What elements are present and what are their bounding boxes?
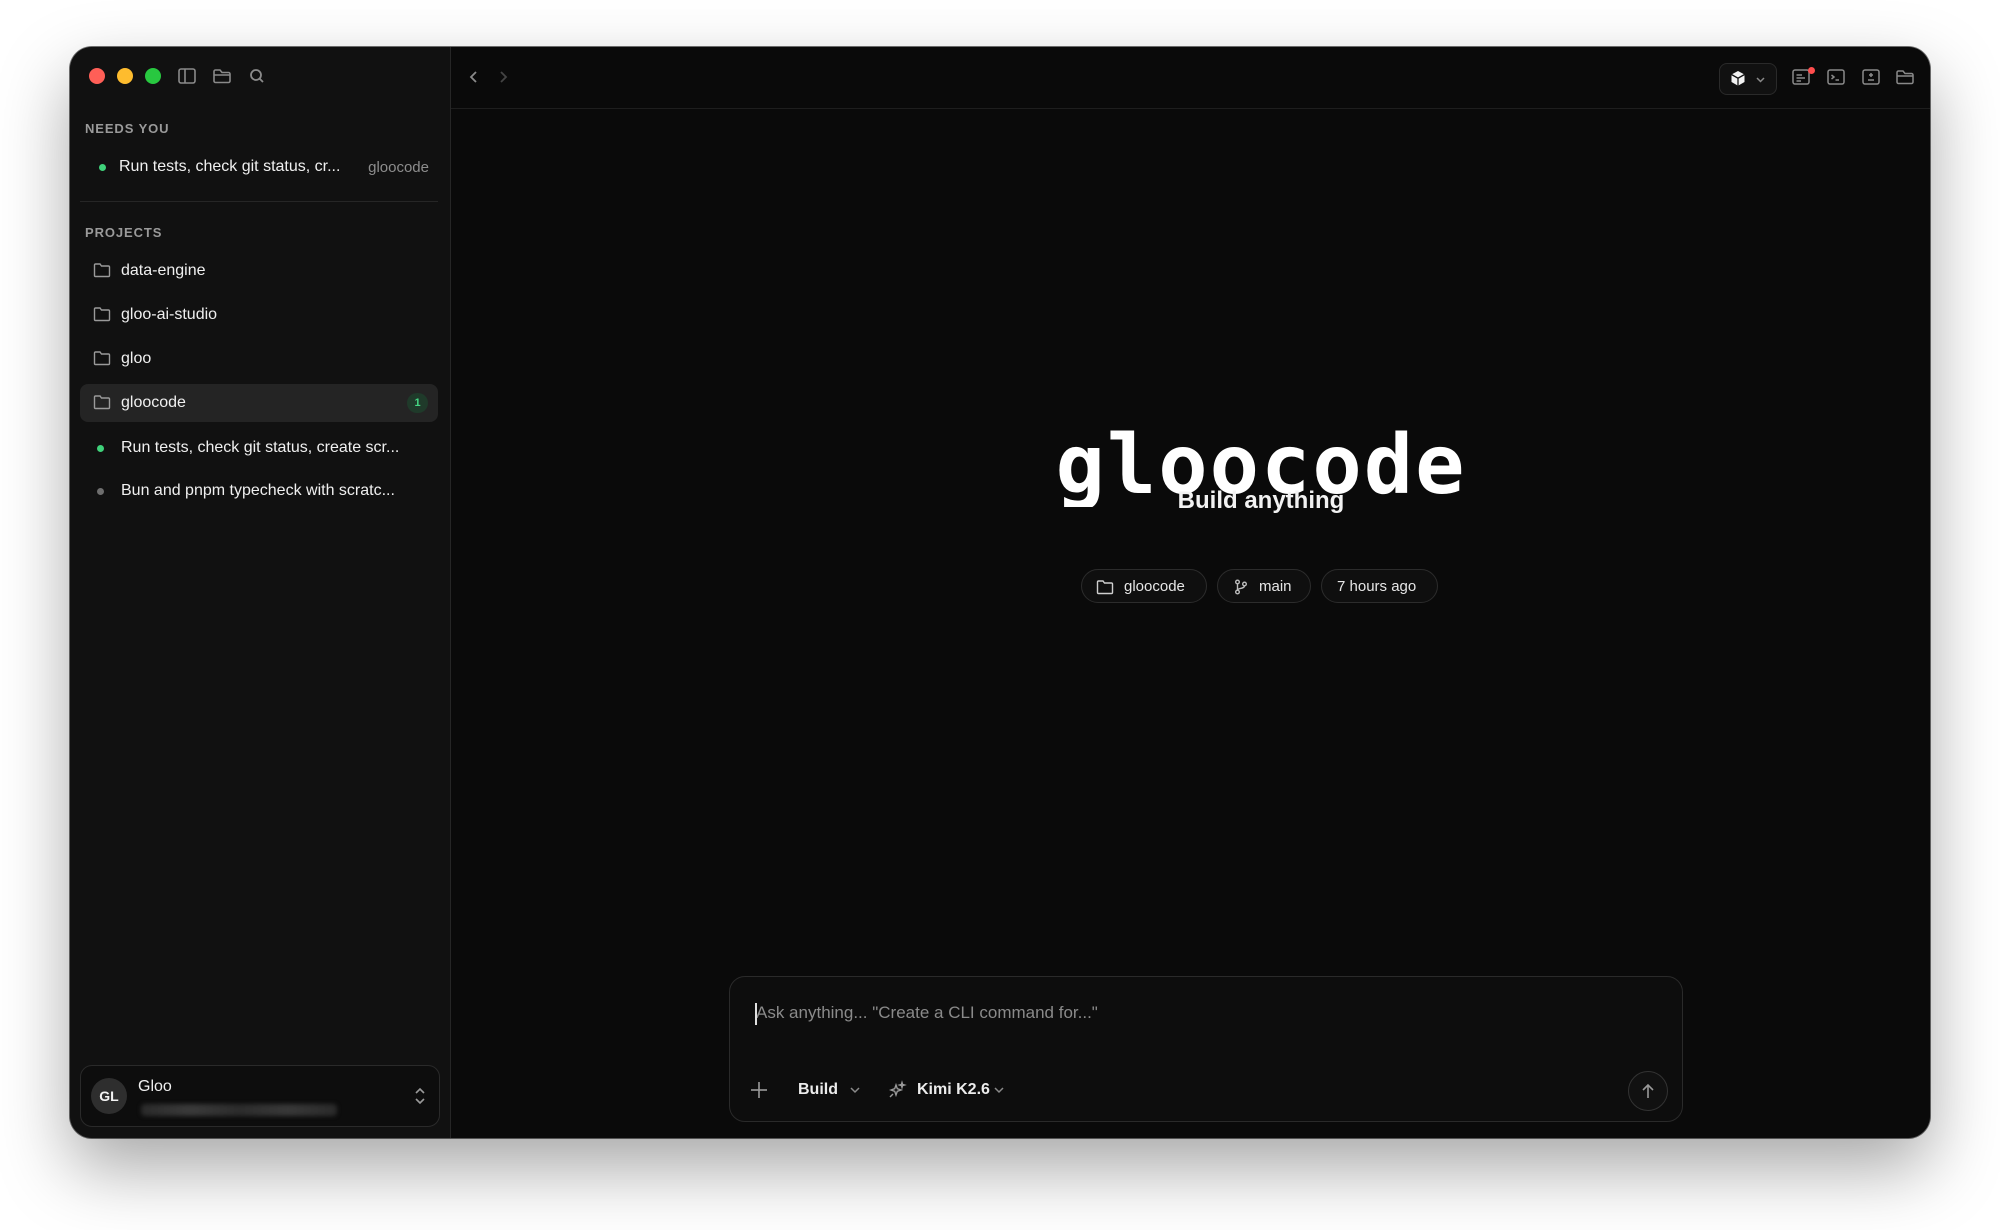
open-folder-icon[interactable] [211, 65, 233, 87]
app-selector-dropdown[interactable] [1719, 63, 1777, 95]
app-window: NEEDS YOU Run tests, check git status, c… [70, 47, 1930, 1138]
project-item-data-engine[interactable]: data-engine [80, 252, 438, 290]
session-item[interactable]: Run tests, check git status, create scr.… [80, 429, 438, 467]
folder-icon [93, 351, 111, 366]
project-item-gloo-ai-studio[interactable]: gloo-ai-studio [80, 296, 438, 334]
time-chip-label: 7 hours ago [1337, 578, 1417, 595]
sidebar-toggle-icon[interactable] [176, 65, 198, 87]
main-panel: gloocode Build anything gloocode main 7 … [451, 47, 1930, 1138]
project-name: data-engine [121, 262, 206, 279]
hero-title: Build anything [1177, 487, 1345, 514]
needs-you-item-title: Run tests, check git status, cr... [119, 158, 341, 175]
prompt-input[interactable] [756, 999, 1636, 1027]
session-item[interactable]: Bun and pnpm typecheck with scratc... [80, 472, 438, 510]
account-switcher[interactable]: GL Gloo [80, 1065, 440, 1127]
titlebar [70, 47, 450, 107]
mode-selector[interactable]: Build [798, 1081, 838, 1099]
arrow-up-icon [1642, 1083, 1654, 1098]
project-item-gloo[interactable]: gloo [80, 340, 438, 378]
sidebar-divider [80, 201, 438, 202]
user-name: Gloo [138, 1078, 172, 1095]
needs-you-item-project: gloocode [368, 159, 429, 176]
status-dot-idle [97, 488, 104, 495]
projects-label: PROJECTS [85, 225, 163, 240]
session-title: Run tests, check git status, create scr.… [121, 439, 400, 456]
redacted-email [141, 1104, 337, 1116]
folder-icon [1096, 580, 1114, 595]
folder-icon [93, 307, 111, 322]
maximize-window-button[interactable] [145, 68, 161, 84]
back-icon[interactable] [464, 67, 484, 87]
chevron-down-icon[interactable] [849, 1084, 861, 1096]
split-view-icon[interactable] [1860, 66, 1882, 88]
forward-icon[interactable] [493, 67, 513, 87]
chevron-down-icon [1756, 77, 1765, 83]
project-item-gloocode[interactable]: gloocode 1 [80, 384, 438, 422]
count-badge: 1 [407, 393, 428, 413]
terminal-icon[interactable] [1825, 66, 1847, 88]
close-window-button[interactable] [89, 68, 105, 84]
text-caret [755, 1003, 757, 1025]
notification-dot [1808, 67, 1815, 74]
model-selector[interactable]: Kimi K2.6 [917, 1081, 990, 1099]
top-toolbar [451, 47, 1930, 109]
search-icon[interactable] [246, 65, 268, 87]
folder-icon[interactable] [1894, 66, 1916, 88]
status-dot-active [97, 445, 104, 452]
avatar: GL [91, 1078, 127, 1114]
chevron-up-down-icon [415, 1087, 425, 1105]
folder-icon [93, 263, 111, 278]
project-name: gloo [121, 350, 152, 367]
needs-you-item[interactable]: Run tests, check git status, cr... glooc… [80, 148, 438, 188]
time-chip: 7 hours ago [1321, 569, 1438, 603]
project-chip-label: gloocode [1124, 578, 1185, 595]
folder-icon [93, 395, 111, 410]
project-name: gloocode [121, 394, 186, 411]
prompt-composer: Build Kimi K2.6 [729, 976, 1683, 1122]
needs-you-label: NEEDS YOU [85, 121, 170, 136]
sidebar: NEEDS YOU Run tests, check git status, c… [70, 47, 451, 1138]
branch-chip[interactable]: main [1217, 569, 1311, 603]
cube-icon [1731, 71, 1745, 86]
session-title: Bun and pnpm typecheck with scratc... [121, 482, 395, 499]
project-name: gloo-ai-studio [121, 306, 218, 323]
branch-chip-label: main [1259, 578, 1292, 595]
project-chip[interactable]: gloocode [1081, 569, 1207, 603]
plus-icon[interactable] [748, 1079, 770, 1101]
git-branch-icon [1235, 579, 1247, 595]
minimize-window-button[interactable] [117, 68, 133, 84]
chevron-down-icon[interactable] [993, 1084, 1005, 1096]
sparkles-icon [888, 1080, 907, 1098]
send-button[interactable] [1628, 1071, 1668, 1111]
status-dot-active [99, 164, 106, 171]
